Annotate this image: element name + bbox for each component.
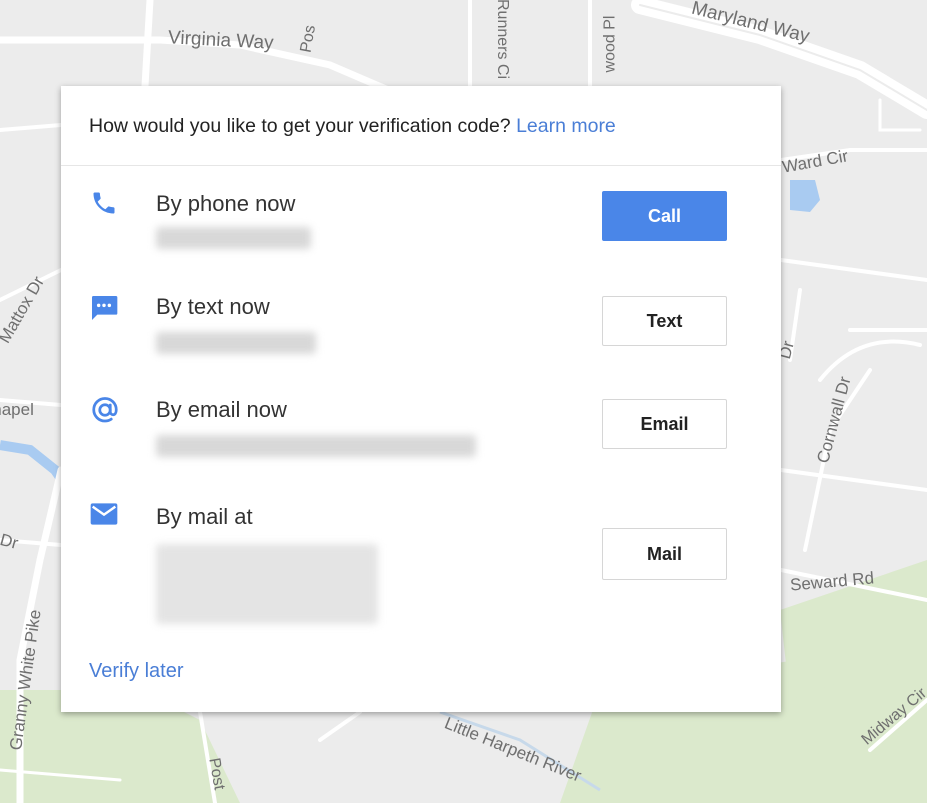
envelope-icon bbox=[90, 503, 118, 525]
verify-later-link[interactable]: Verify later bbox=[89, 660, 183, 683]
text-number-redacted bbox=[156, 332, 316, 354]
verification-dialog: How would you like to get your verificat… bbox=[61, 86, 781, 712]
option-phone-title: By phone now bbox=[156, 191, 296, 216]
phone-icon bbox=[93, 192, 115, 214]
learn-more-link[interactable]: Learn more bbox=[516, 115, 616, 137]
option-phone: By phone now Call bbox=[61, 183, 781, 273]
road-label-runners-cir: Runners Ci bbox=[494, 0, 512, 80]
email-address-redacted bbox=[156, 435, 476, 457]
call-button[interactable]: Call bbox=[602, 191, 727, 241]
option-text-title: By text now bbox=[156, 294, 270, 319]
prompt-text: How would you like to get your verificat… bbox=[89, 115, 511, 137]
text-button[interactable]: Text bbox=[602, 296, 727, 346]
option-text: By text now Text bbox=[61, 286, 781, 376]
option-mail-title: By mail at bbox=[156, 504, 253, 529]
road-label-wood-pl: wood Pl bbox=[601, 15, 619, 73]
option-mail: By mail at Mail bbox=[61, 494, 781, 634]
dialog-header: How would you like to get your verificat… bbox=[61, 86, 781, 166]
sms-icon bbox=[92, 296, 118, 320]
mail-button[interactable]: Mail bbox=[602, 528, 727, 580]
email-button[interactable]: Email bbox=[602, 399, 727, 449]
road-label-chapel: Chapel bbox=[0, 400, 34, 419]
at-sign-icon bbox=[92, 397, 118, 423]
option-email: By email now Email bbox=[61, 389, 781, 479]
mailing-address-redacted bbox=[156, 544, 378, 624]
phone-number-redacted bbox=[156, 227, 311, 249]
verification-prompt: How would you like to get your verificat… bbox=[89, 115, 616, 138]
option-email-title: By email now bbox=[156, 397, 287, 422]
